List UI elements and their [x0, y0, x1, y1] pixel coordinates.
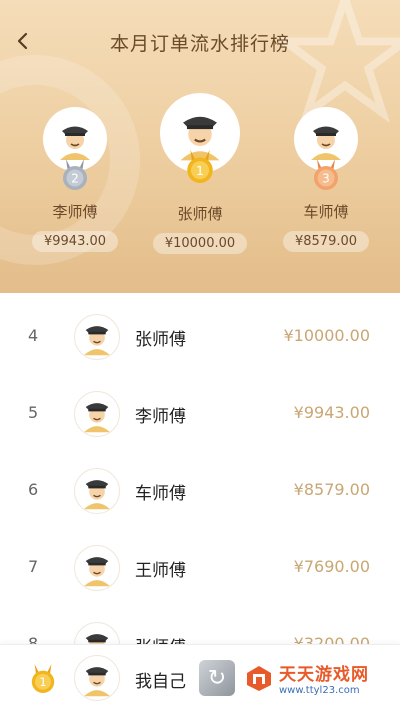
avatar [74, 391, 120, 437]
rank-number: 7 [28, 557, 39, 576]
medal-number: 1 [196, 164, 204, 179]
driver-avatar-icon [83, 480, 111, 510]
my-rank-bar[interactable]: 1 我自己 ↻ 天天游戏网 www.ttyl23.com [0, 644, 400, 710]
list-item[interactable]: 4 张师傅 ¥10000.00 [0, 298, 400, 375]
avatar [74, 314, 120, 360]
order-amount: ¥8579.00 [293, 480, 370, 499]
podium-rank-2[interactable]: 2 李师傅 ¥9943.00 [27, 107, 123, 252]
bronze-medal-icon: 3 [314, 159, 338, 190]
driver-name: 王师傅 [135, 561, 186, 581]
driver-name: 李师傅 [135, 407, 186, 427]
driver-avatar-icon [83, 326, 111, 356]
silver-medal-icon: 2 [63, 159, 87, 190]
podium-amount: ¥9943.00 [31, 231, 119, 252]
driver-name: 车师傅 [135, 484, 186, 504]
order-amount: ¥7690.00 [293, 557, 370, 576]
driver-name: 张师傅 [135, 330, 186, 350]
watermark-title: 天天游戏网 [279, 665, 369, 685]
rank-number: 4 [28, 326, 39, 345]
medal-number: 3 [322, 172, 330, 186]
driver-avatar-icon [60, 126, 90, 160]
avatar [74, 545, 120, 591]
driver-avatar-icon [311, 126, 341, 160]
star-decoration [280, 0, 400, 122]
site-logo-icon [247, 666, 271, 691]
podium-name: 李师傅 [52, 203, 98, 221]
rank-number: 5 [28, 403, 39, 422]
podium-amount: ¥8579.00 [282, 231, 370, 252]
watermark: ↻ 天天游戏网 www.ttyl23.com [199, 650, 399, 706]
my-name: 我自己 [135, 672, 186, 692]
podium-amount: ¥10000.00 [152, 233, 248, 254]
order-amount: ¥9943.00 [293, 403, 370, 422]
app-logo-icon: ↻ [199, 660, 235, 696]
list-item[interactable]: 6 车师傅 ¥8579.00 [0, 452, 400, 529]
list-item[interactable]: 7 王师傅 ¥7690.00 [0, 529, 400, 606]
podium-rank-1[interactable]: 1 张师傅 ¥10000.00 [150, 93, 250, 254]
watermark-url: www.ttyl23.com [279, 685, 360, 696]
rank-number: 6 [28, 480, 39, 499]
list-item[interactable]: 5 李师傅 ¥9943.00 [0, 375, 400, 452]
avatar [74, 655, 120, 701]
podium-rank-3[interactable]: 3 车师傅 ¥8579.00 [278, 107, 374, 252]
medal-number: 2 [71, 172, 79, 186]
gold-medal-icon: 1 [31, 664, 55, 693]
driver-avatar-icon [83, 557, 111, 587]
podium-name: 车师傅 [303, 203, 349, 221]
page-title: 本月订单流水排行榜 [109, 33, 290, 55]
order-amount: ¥10000.00 [283, 326, 370, 345]
driver-avatar-icon [83, 667, 111, 697]
gold-medal-icon: 1 [187, 149, 213, 183]
medal-number: 1 [39, 676, 46, 689]
driver-avatar-icon [83, 403, 111, 433]
ranking-header: 本月订单流水排行榜 2 李师傅 ¥9943.00 1 张师傅 ¥10000.00… [0, 0, 400, 293]
avatar [74, 468, 120, 514]
podium-name: 张师傅 [177, 205, 223, 223]
